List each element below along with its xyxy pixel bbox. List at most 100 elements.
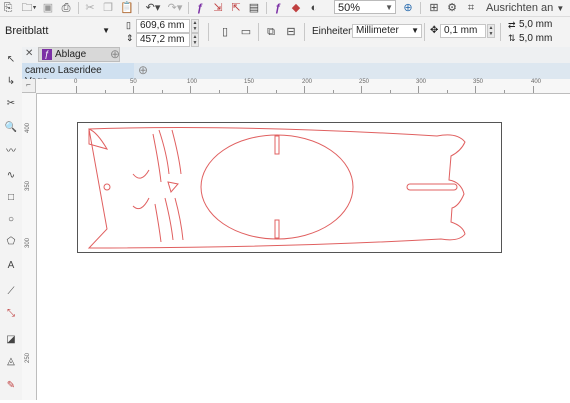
transparency-icon[interactable]: ◬ [2,353,20,371]
ruler-tick-label: 150 [244,79,255,85]
ruler-tick-label: 100 [187,79,198,85]
artistic-media-icon[interactable]: ∿ [2,167,20,185]
toolbox: ↖ ↳ ✂ 🔍 〰 ∿ □ ○ ⬠ A ⟋ ⤡ ◪ ◬ ✎ [0,47,23,400]
ruler-tick-label: 250 [359,79,370,85]
align-to-label: Ausrichten an [486,2,554,14]
corel-launcher-icon[interactable]: ƒ [194,1,206,15]
whisker [164,197,174,241]
polygon-tool-icon[interactable]: ⬠ [2,233,20,251]
ruler-tick-label: 400 [25,122,32,134]
export-icon[interactable]: ⇱ [230,1,242,15]
cut-icon[interactable]: ✂ [84,1,96,15]
ellipse-tool-icon[interactable]: ○ [2,211,20,229]
duplicate-y-field[interactable]: 5,0 mm [516,33,570,47]
ruler-tick-label: 200 [302,79,313,85]
width-spinner[interactable]: ▲ ▼ [191,19,199,33]
horizontal-ruler[interactable]: 0 50 100 150 200 250 300 350 400 [22,79,570,94]
units-select[interactable]: Millimeter ▼ [352,24,422,38]
chevron-down-icon: ▼ [411,26,419,35]
nudge-icon: ✥ [430,25,439,36]
duplicate-x-field[interactable]: 5,0 mm [516,19,570,33]
height-spinner[interactable]: ▲ ▼ [191,33,199,47]
units-value: Millimeter [356,25,399,36]
cat-eye-upper [132,169,150,179]
whisker [158,129,170,175]
page-height-icon: ⇕ [126,33,134,43]
open-icon[interactable]: 🗀▾ [20,1,38,15]
ruler-tick-label: 0 [74,79,78,85]
freehand-tool-icon[interactable]: 〰 [2,143,20,161]
connect-icon[interactable]: ◐ [308,1,320,15]
ruler-tick-label: 50 [130,79,137,85]
snap-icon[interactable]: ⊞ [428,1,440,15]
tab-ablage-label: Ablage [55,49,87,60]
add-tab-icon[interactable]: ⊕ [110,47,120,61]
units-label: Einheiten: [312,26,357,37]
connector-tool-icon[interactable]: ⟋ [2,283,20,301]
chevron-down-icon: ▼ [102,26,110,35]
ruler-tick-label: 400 [531,79,542,85]
zoom-tool-icon[interactable]: 🔍 [2,119,20,137]
cat-belly-ellipse [200,134,354,240]
save-icon[interactable]: ▣ [42,1,54,15]
pick-tool-icon[interactable]: ↖ [2,51,20,69]
ruler-origin-icon[interactable]: ⌐ [22,79,36,93]
crop-tool-icon[interactable]: ✂ [2,95,20,113]
vertical-ruler[interactable]: 400 350 300 250 [22,93,37,400]
whisker [174,197,184,241]
drop-shadow-icon[interactable]: ◪ [2,331,20,349]
align-to-dropdown[interactable]: Ausrichten an ▼ [486,1,570,15]
slot-bottom [274,219,280,239]
whisker [154,203,162,243]
artwork [77,122,502,253]
zoom-level-value: 50% [338,2,361,14]
grid-icon[interactable]: ⌗ [464,1,478,15]
redo-icon[interactable]: ↷▾ [166,1,184,15]
options-icon[interactable]: ⚙ [446,1,458,15]
slot-top [274,135,280,155]
close-icon[interactable]: ✕ [25,48,33,59]
shape-tool-icon[interactable]: ↳ [2,73,20,91]
full-screen-icon[interactable]: ⊕ [402,1,414,15]
corel-document-icon: ƒ [42,49,52,60]
paste-icon[interactable]: 📋 [120,1,134,15]
page-preset-select[interactable]: Breitblatt ▼ [2,25,112,39]
ruler-tick-label: 300 [25,237,32,249]
copy-icon[interactable]: ❐ [102,1,114,15]
app-launcher-icon[interactable]: ◆ [290,1,302,15]
cat-body-outline [87,127,466,249]
standard-toolbar: ⎘ 🗀▾ ▣ ⎙ ✂ ❐ 📋 ↶▾ ↷▾ ƒ ⇲ ⇱ ▤ ƒ ◆ ◐ 50% ▼… [0,0,570,17]
page-height-field[interactable]: 457,2 mm [136,33,190,47]
eyedropper-icon[interactable]: ✎ [2,377,20,395]
print-icon[interactable]: ⎙ [60,1,72,15]
new-document-icon[interactable]: ⎘ [2,1,14,15]
whisker [152,133,162,183]
portrait-icon[interactable]: ▯ [218,25,232,39]
page-width-field[interactable]: 609,6 mm [136,19,190,33]
nudge-spinner[interactable]: ▲ ▼ [487,24,495,38]
ruler-tick-label: 250 [25,352,32,364]
current-page-icon[interactable]: ⊟ [284,25,298,39]
rectangle-tool-icon[interactable]: □ [2,189,20,207]
publish-pdf-icon[interactable]: ▤ [248,1,260,15]
property-bar: Breitblatt ▼ ▯ 609,6 mm ▲ ▼ ⇕ 457,2 mm ▲ ▼… [0,17,570,48]
undo-icon[interactable]: ↶▾ [144,1,162,15]
all-pages-icon[interactable]: ⧉ [264,25,278,39]
dimension-tool-icon[interactable]: ⤡ [2,305,20,323]
duplicate-x-icon: ⇄ [508,20,516,30]
page-width-icon: ▯ [126,20,131,30]
import-icon[interactable]: ⇲ [212,1,224,15]
corel-app-icon[interactable]: ƒ [272,1,284,15]
page-border [77,122,502,253]
tab-document[interactable]: cameo Laseridee Voge... [22,63,134,87]
chevron-down-icon: ▼ [385,3,393,12]
duplicate-y-icon: ⇅ [508,33,516,43]
nudge-distance-field[interactable]: 0,1 mm [440,24,486,38]
tab-ablage[interactable]: ƒ Ablage [38,47,120,62]
add-document-icon[interactable]: ⊕ [138,63,148,77]
zoom-level-select[interactable]: 50% ▼ [334,0,396,14]
landscape-icon[interactable]: ▭ [238,25,254,39]
cat-bookmark-cutline [87,127,466,249]
text-tool-icon[interactable]: A [2,257,20,275]
drawing-canvas[interactable] [37,94,570,400]
